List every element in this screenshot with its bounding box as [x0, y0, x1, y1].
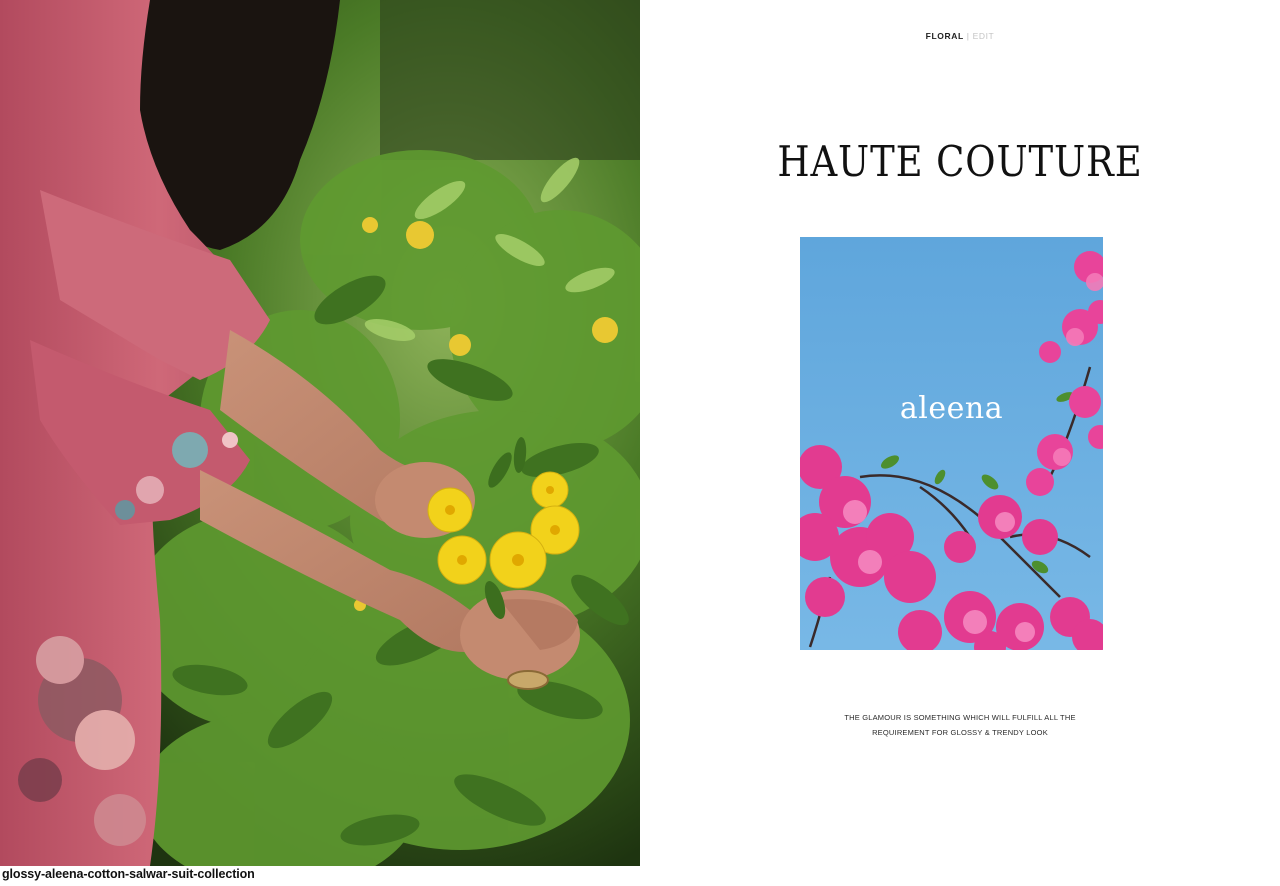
bougainvillea-sky-illustration: [800, 237, 1103, 650]
editorial-page: FLORAL | EDIT HAUTE COUTURE aleena THE G…: [640, 0, 1280, 866]
tagline-line-1: THE GLAMOUR IS SOMETHING WHICH WILL FULF…: [844, 713, 1076, 722]
lookbook-spread: FLORAL | EDIT HAUTE COUTURE aleena THE G…: [0, 0, 1280, 886]
page-title: HAUTE COUTURE: [777, 137, 1143, 186]
tagline: THE GLAMOUR IS SOMETHING WHICH WILL FULF…: [640, 710, 1280, 740]
image-caption: glossy-aleena-cotton-salwar-suit-collect…: [2, 867, 255, 881]
model-photo: [0, 0, 640, 866]
tagline-line-2: REQUIREMENT FOR GLOSSY & TRENDY LOOK: [872, 728, 1048, 737]
model-photo-illustration: [0, 0, 640, 866]
section-label-primary: FLORAL: [925, 31, 964, 41]
brand-logo: aleena: [899, 391, 1004, 426]
brand-card-image: aleena: [800, 237, 1103, 650]
section-label-secondary: EDIT: [972, 31, 995, 41]
section-label: FLORAL | EDIT: [640, 31, 1280, 41]
section-label-divider: |: [966, 31, 970, 41]
